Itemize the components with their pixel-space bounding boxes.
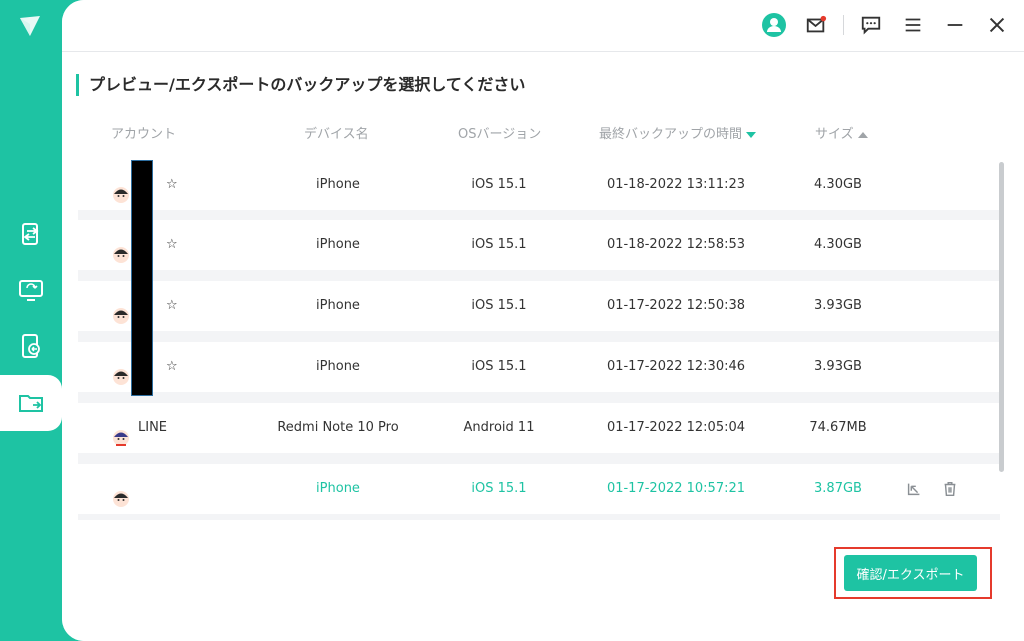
- column-account[interactable]: アカウント: [111, 124, 176, 146]
- account-icon[interactable]: [759, 10, 789, 40]
- avatar-icon: [112, 358, 130, 385]
- account-cell: LINE: [112, 403, 167, 453]
- backup-size: 3.87GB: [814, 481, 862, 496]
- table-row[interactable]: ☆ iPhone iOS 15.1 01-17-2022 12:50:38 3.…: [78, 281, 1000, 331]
- backup-size: 3.93GB: [814, 359, 862, 374]
- column-time-label: 最終バックアップの時間: [599, 127, 743, 142]
- sort-desc-icon: [746, 131, 757, 138]
- avatar-icon: [112, 480, 130, 507]
- column-size[interactable]: サイズ: [815, 124, 868, 146]
- sort-asc-icon: [857, 131, 868, 138]
- sidebar-item-export[interactable]: [0, 375, 62, 431]
- os-version: iOS 15.1: [471, 237, 527, 252]
- topbar-divider: [843, 15, 844, 35]
- column-time[interactable]: 最終バックアップの時間: [599, 124, 757, 146]
- folder-export-icon: [19, 395, 43, 412]
- trash-icon[interactable]: [940, 479, 960, 499]
- table-row[interactable]: LINE Redmi Note 10 Pro Android 11 01-17-…: [78, 403, 1000, 453]
- table-row-selected[interactable]: iPhone iOS 15.1 01-17-2022 10:57:21 3.87…: [78, 464, 1000, 514]
- export-arrow-icon[interactable]: [904, 479, 924, 499]
- table-header: アカウント デバイス名 OSバージョン 最終バックアップの時間 サイズ: [78, 124, 998, 146]
- feedback-icon[interactable]: [856, 10, 886, 40]
- backup-time: 01-17-2022 12:50:38: [606, 298, 746, 313]
- redaction-block: [131, 160, 153, 396]
- backup-size: 74.67MB: [809, 420, 867, 435]
- main-panel: プレビュー/エクスポートのバックアップを選択してください アカウント デバイス名…: [62, 0, 1024, 641]
- device-name: iPhone: [316, 359, 360, 374]
- backup-size: 3.93GB: [814, 298, 862, 313]
- device-name: iPhone: [316, 298, 360, 313]
- os-version: iOS 15.1: [471, 298, 527, 313]
- table-row[interactable]: ☆ iPhone iOS 15.1 01-18-2022 12:58:53 4.…: [78, 220, 1000, 270]
- backup-time: 01-17-2022 12:30:46: [606, 359, 746, 374]
- os-version: Android 11: [463, 420, 535, 435]
- avatar-icon: [112, 297, 130, 324]
- table-row[interactable]: ☆ iPhone iOS 15.1 01-17-2022 12:30:46 3.…: [78, 342, 1000, 392]
- menu-icon[interactable]: [898, 10, 928, 40]
- column-size-label: サイズ: [815, 127, 854, 142]
- account-name: LINE: [138, 420, 168, 435]
- avatar-icon: [112, 176, 130, 203]
- sidebar-item-backup[interactable]: [0, 318, 62, 374]
- app-logo-icon: [16, 12, 44, 40]
- backup-time: 01-18-2022 12:58:53: [606, 237, 746, 252]
- column-os[interactable]: OSバージョン: [458, 124, 541, 146]
- content-area: プレビュー/エクスポートのバックアップを選択してください アカウント デバイス名…: [62, 52, 1024, 641]
- avatar-icon: [112, 236, 130, 263]
- device-name: iPhone: [316, 481, 360, 496]
- phone-transfer-icon: [22, 223, 39, 245]
- account-cell: [112, 464, 138, 514]
- sidebar: [0, 0, 62, 641]
- column-device[interactable]: デバイス名: [304, 124, 369, 146]
- sidebar-item-transfer[interactable]: [0, 206, 62, 262]
- phone-backup-icon: [22, 334, 40, 358]
- device-name: iPhone: [316, 237, 360, 252]
- table-row[interactable]: ☆ iPhone iOS 15.1 01-18-2022 13:11:23 4.…: [78, 160, 1000, 210]
- title-bar: [62, 0, 1024, 52]
- sidebar-item-restore[interactable]: [0, 262, 62, 318]
- table-scrollbar[interactable]: [999, 162, 1004, 472]
- backup-time: 01-17-2022 12:05:04: [606, 420, 746, 435]
- confirm-export-button[interactable]: 確認/エクスポート: [844, 555, 977, 591]
- backup-time: 01-17-2022 10:57:21: [606, 481, 746, 496]
- os-version: iOS 15.1: [471, 177, 527, 192]
- backup-table: ☆ iPhone iOS 15.1 01-18-2022 13:11:23 4.…: [78, 160, 1000, 520]
- device-name: iPhone: [316, 177, 360, 192]
- backup-time: 01-18-2022 13:11:23: [606, 177, 746, 192]
- minimize-icon[interactable]: [940, 10, 970, 40]
- backup-size: 4.30GB: [814, 177, 862, 192]
- page-title: プレビュー/エクスポートのバックアップを選択してください: [76, 74, 525, 96]
- desktop-sync-icon: [19, 280, 43, 301]
- backup-size: 4.30GB: [814, 237, 862, 252]
- mail-icon[interactable]: [801, 10, 831, 40]
- device-name: Redmi Note 10 Pro: [277, 420, 399, 435]
- row-actions: [904, 479, 960, 499]
- avatar-icon: [112, 419, 130, 446]
- close-icon[interactable]: [982, 10, 1012, 40]
- os-version: iOS 15.1: [471, 481, 527, 496]
- os-version: iOS 15.1: [471, 359, 527, 374]
- confirm-highlight: 確認/エクスポート: [834, 547, 992, 599]
